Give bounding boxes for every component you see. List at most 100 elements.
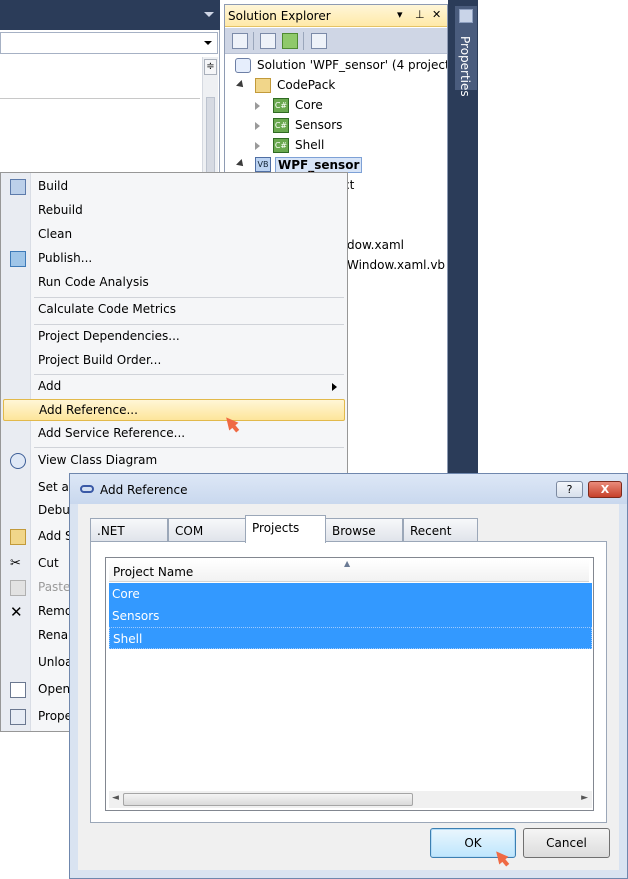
sort-ascending-icon: ▲ xyxy=(344,559,351,568)
tab-label: Projects xyxy=(252,521,300,535)
editor-tab-bar xyxy=(0,0,220,30)
help-button[interactable]: ? xyxy=(556,481,583,498)
close-button[interactable]: X xyxy=(588,481,622,498)
menu-item-label: Rebuild xyxy=(38,203,83,217)
close-icon[interactable]: ✕ xyxy=(432,8,441,21)
open-folder-icon xyxy=(10,682,26,698)
class-diagram-icon xyxy=(10,453,26,469)
menu-item-publish[interactable]: Publish... xyxy=(3,248,345,270)
split-handle-icon[interactable]: ≑ xyxy=(204,59,217,75)
dialog-titlebar[interactable]: Add Reference ? X xyxy=(70,474,627,504)
menu-item-label: Clean xyxy=(38,227,73,241)
list-item-label: Sensors xyxy=(112,609,160,623)
toolbar-separator xyxy=(303,32,304,50)
vb-project-icon: VB xyxy=(255,157,271,172)
horizontal-scrollbar[interactable]: ◄ ► xyxy=(109,791,592,808)
toolbar-separator xyxy=(253,32,254,50)
tree-solution-node[interactable]: Solution 'WPF_sensor' (4 projects xyxy=(235,57,447,75)
delete-x-icon: ✕ xyxy=(10,603,23,621)
tree-node-label: CodePack xyxy=(277,78,336,92)
menu-item-label: View Class Diagram xyxy=(38,453,158,467)
collapsed-arrow-icon[interactable] xyxy=(255,102,260,110)
show-all-files-icon[interactable] xyxy=(260,33,276,49)
cancel-button[interactable]: Cancel xyxy=(523,828,610,858)
add-solution-icon xyxy=(10,529,26,545)
tab-recent[interactable]: Recent xyxy=(403,518,478,542)
refresh-icon[interactable] xyxy=(282,33,298,49)
menu-item-label: Add xyxy=(38,379,62,393)
tab-label: Browse xyxy=(332,524,376,538)
menu-item-label: Add S xyxy=(38,529,73,543)
menu-item-label: Unloa xyxy=(38,655,73,669)
list-item[interactable]: Sensors xyxy=(109,605,592,627)
menu-item-run-code-analysis[interactable]: Run Code Analysis xyxy=(3,272,345,294)
tab-browse[interactable]: Browse xyxy=(325,518,403,542)
properties-icon[interactable] xyxy=(232,33,248,49)
tree-folder-node[interactable]: CodePack xyxy=(236,77,437,95)
projects-tab-panel: ▲ Project Name Core Sensors Shell ◄ ► xyxy=(90,541,607,823)
collapsed-arrow-icon[interactable] xyxy=(255,142,260,150)
tab-com[interactable]: COM xyxy=(168,518,246,542)
build-icon xyxy=(10,179,26,195)
properties-side-tab[interactable]: Properties xyxy=(455,6,477,97)
scroll-left-icon[interactable]: ◄ xyxy=(112,793,119,803)
list-item[interactable]: Shell xyxy=(109,627,592,649)
dialog-body: .NET COM Projects Browse Recent ▲ Projec… xyxy=(78,504,619,870)
properties-tab-label: Properties xyxy=(458,36,472,97)
view-class-diagram-icon[interactable] xyxy=(311,33,327,49)
menu-item-calculate-code-metrics[interactable]: Calculate Code Metrics xyxy=(3,299,345,321)
menu-item-add-reference[interactable]: Add Reference... xyxy=(3,399,345,421)
tree-node-label: Window.xaml.vb xyxy=(347,258,446,272)
menu-item-project-dependencies[interactable]: Project Dependencies... xyxy=(3,326,345,348)
scrollbar-thumb[interactable] xyxy=(123,793,413,806)
tree-node-label: Solution 'WPF_sensor' (4 projects xyxy=(257,58,447,72)
collapsed-arrow-icon[interactable] xyxy=(255,122,260,130)
menu-item-add[interactable]: Add xyxy=(3,376,345,398)
menu-item-label: Build xyxy=(38,179,69,193)
chevron-down-icon xyxy=(204,41,212,45)
csharp-project-icon: C# xyxy=(273,118,289,133)
column-header-project-name[interactable]: ▲ Project Name xyxy=(109,559,589,582)
menu-item-project-build-order[interactable]: Project Build Order... xyxy=(3,350,345,372)
scissors-icon: ✂ xyxy=(10,556,21,571)
csharp-project-icon: C# xyxy=(273,98,289,113)
tree-node-label: dow.xaml xyxy=(347,238,404,252)
tree-node-label: Sensors xyxy=(295,118,343,132)
tab-dotnet[interactable]: .NET xyxy=(90,518,168,542)
menu-item-label: Renar xyxy=(38,628,74,642)
project-list[interactable]: ▲ Project Name Core Sensors Shell ◄ ► xyxy=(105,557,594,811)
window-position-icon[interactable]: ▾ xyxy=(397,8,403,21)
add-reference-icon xyxy=(80,485,94,493)
tab-projects[interactable]: Projects xyxy=(245,515,326,543)
tab-label: Recent xyxy=(410,524,452,538)
publish-icon xyxy=(10,251,26,267)
tab-label: .NET xyxy=(97,524,125,538)
menu-item-clean[interactable]: Clean xyxy=(3,224,345,246)
menu-item-build[interactable]: Build xyxy=(3,176,345,198)
add-reference-dialog: Add Reference ? X .NET COM Projects Brow… xyxy=(69,473,628,879)
list-item[interactable]: Core xyxy=(109,583,592,605)
properties-icon xyxy=(10,709,26,725)
editor-vertical-scrollbar[interactable]: ≑ xyxy=(202,57,218,207)
member-dropdown[interactable] xyxy=(0,32,218,54)
tree-project-node[interactable]: C# Sensors xyxy=(255,117,435,135)
menu-item-view-class-diagram[interactable]: View Class Diagram xyxy=(3,450,345,472)
tab-dropdown-icon[interactable] xyxy=(204,12,214,17)
solution-explorer-toolbar xyxy=(225,28,447,54)
menu-item-label: Publish... xyxy=(38,251,93,265)
menu-item-label: Set a xyxy=(38,480,69,494)
pin-icon[interactable]: ⊥ xyxy=(415,8,425,21)
menu-item-label: Prope xyxy=(38,709,73,723)
tree-project-node[interactable]: C# Shell xyxy=(255,137,435,155)
submenu-arrow-icon xyxy=(332,383,337,391)
expand-arrow-icon[interactable] xyxy=(236,80,246,90)
scroll-right-icon[interactable]: ► xyxy=(581,793,588,803)
menu-item-add-service-reference[interactable]: Add Service Reference... xyxy=(3,423,345,445)
tree-project-node[interactable]: C# Core xyxy=(255,97,435,115)
expand-arrow-icon[interactable] xyxy=(236,159,246,169)
editor-text-region[interactable] xyxy=(0,57,200,99)
column-header-label: Project Name xyxy=(113,565,194,579)
menu-item-label: Debu xyxy=(38,503,70,517)
tree-node-label: Core xyxy=(295,98,323,112)
menu-item-rebuild[interactable]: Rebuild xyxy=(3,200,345,222)
